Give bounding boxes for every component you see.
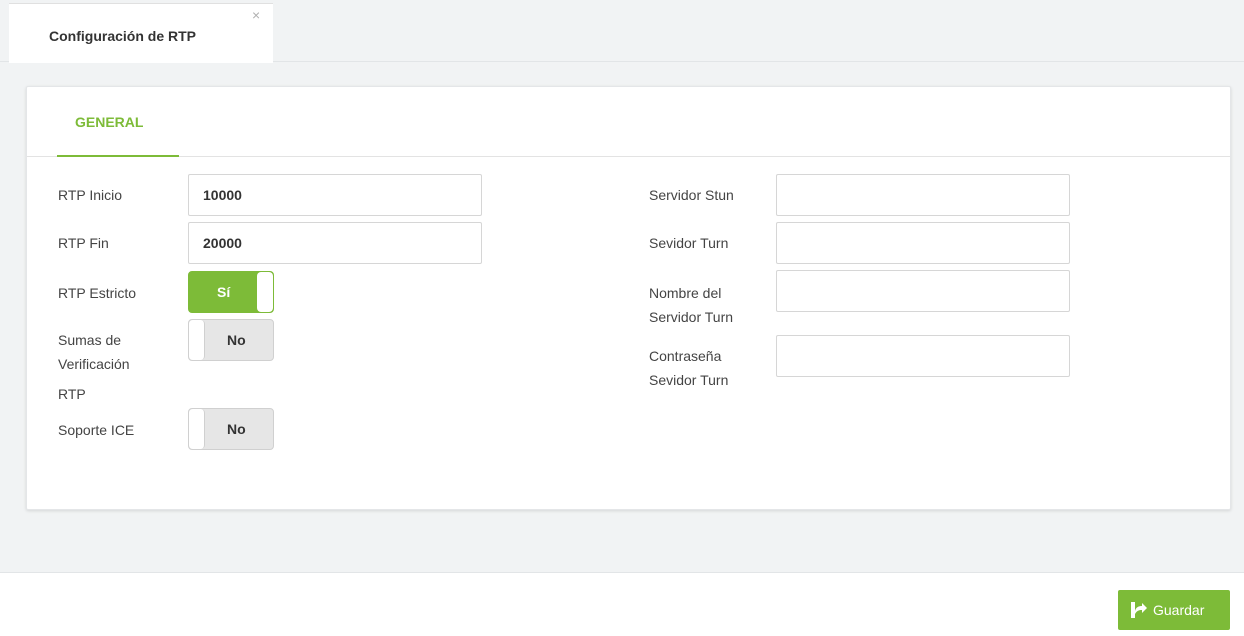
toggle-knob <box>257 272 273 312</box>
turn-password-input[interactable] <box>776 335 1070 377</box>
toggle-state-label: No <box>227 332 246 348</box>
rtp-checksums-label-2: Verificación <box>58 356 130 372</box>
tab-strip: Configuración de RTP × <box>0 0 1244 63</box>
tab-rtp-config[interactable]: Configuración de RTP × <box>9 3 273 63</box>
rtp-checksums-toggle[interactable]: No <box>188 319 274 361</box>
toggle-state-label: No <box>227 421 246 437</box>
turn-user-label-1: Nombre del <box>649 285 722 301</box>
save-button-label: Guardar <box>1153 602 1205 618</box>
tab-general-label: GENERAL <box>75 114 144 130</box>
turn-password-label-2: Sevidor Turn <box>649 372 729 388</box>
stun-server-label: Servidor Stun <box>649 187 734 203</box>
ice-support-label: Soporte ICE <box>58 422 135 438</box>
turn-server-label: Sevidor Turn <box>649 235 729 251</box>
page: Configuración de RTP × GENERAL RTP Inici… <box>0 0 1244 636</box>
turn-password-label-1: Contraseña <box>649 348 722 364</box>
toggle-knob <box>189 409 205 449</box>
tab-general[interactable]: GENERAL <box>57 87 179 157</box>
toggle-knob <box>189 320 205 360</box>
rtp-end-label: RTP Fin <box>58 235 109 251</box>
section-tabs: GENERAL <box>27 87 1230 157</box>
toggle-state-label: Sí <box>217 284 231 300</box>
turn-user-input[interactable] <box>776 270 1070 312</box>
ice-support-toggle[interactable]: No <box>188 408 274 450</box>
rtp-checksums-label-1: Sumas de <box>58 332 122 348</box>
turn-user-label-2: Servidor Turn <box>649 309 734 325</box>
rtp-end-input[interactable] <box>188 222 482 264</box>
stun-server-input[interactable] <box>776 174 1070 216</box>
rtp-strict-label: RTP Estricto <box>58 285 137 301</box>
rtp-start-input[interactable] <box>188 174 482 216</box>
footer-bar: Guardar <box>0 572 1244 636</box>
rtp-strict-toggle[interactable]: Sí <box>188 271 274 313</box>
settings-card: GENERAL RTP Inicio RTP Fin RTP Estricto … <box>26 86 1231 510</box>
save-button[interactable]: Guardar <box>1118 590 1230 630</box>
tab-label: Configuración de RTP <box>49 28 196 44</box>
rtp-start-label: RTP Inicio <box>58 187 123 203</box>
share-save-icon <box>1131 602 1147 618</box>
close-icon[interactable]: × <box>252 8 260 22</box>
turn-server-input[interactable] <box>776 222 1070 264</box>
rtp-checksums-label-3: RTP <box>58 386 86 402</box>
